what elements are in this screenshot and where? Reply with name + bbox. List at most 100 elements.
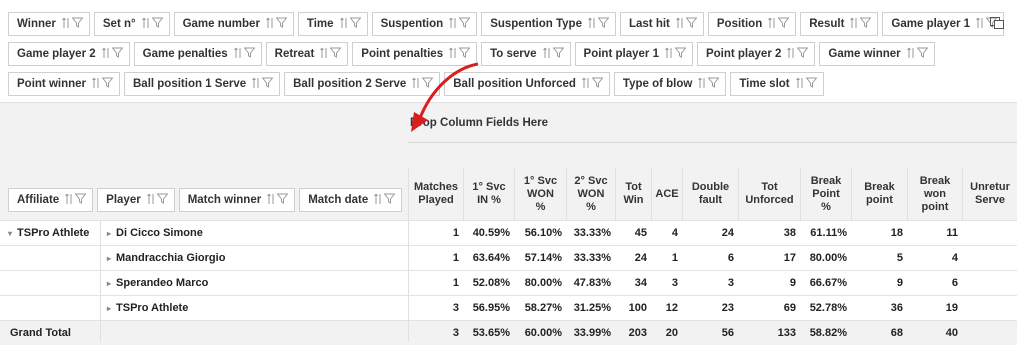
sort-icon[interactable] bbox=[795, 77, 804, 92]
filter-icon[interactable] bbox=[349, 17, 361, 31]
field-chip-result[interactable]: Result bbox=[800, 12, 879, 36]
field-chip-time-slot[interactable]: Time slot bbox=[730, 72, 824, 96]
field-chip-suspention[interactable]: Suspention bbox=[371, 12, 478, 36]
sort-icon[interactable] bbox=[141, 17, 150, 32]
expand-icon[interactable]: ▸ bbox=[107, 304, 111, 313]
expand-icon[interactable]: ▸ bbox=[107, 279, 111, 288]
column-header-8[interactable]: Break Point% bbox=[800, 168, 851, 220]
player-cell[interactable]: ▸ TSPro Athlete bbox=[103, 296, 192, 321]
column-header-2[interactable]: 1° Svc WON% bbox=[514, 168, 566, 220]
column-header-3[interactable]: 2° Svc WON% bbox=[566, 168, 615, 220]
sort-icon[interactable] bbox=[252, 77, 260, 92]
column-header-1[interactable]: 1° Svc IN % bbox=[463, 168, 514, 220]
field-chip-game-player-2[interactable]: Game player 2 bbox=[8, 42, 130, 66]
field-chip-game-penalties[interactable]: Game penalties bbox=[133, 42, 262, 66]
column-header-4[interactable]: Tot Win bbox=[615, 168, 651, 220]
field-chip-match-winner[interactable]: Match winner bbox=[178, 188, 296, 212]
field-chip-ball-position-1-serve[interactable]: Ball position 1 Serve bbox=[124, 72, 281, 96]
sort-icon[interactable] bbox=[906, 47, 915, 62]
filter-icon[interactable] bbox=[778, 17, 790, 31]
sort-icon[interactable] bbox=[374, 193, 382, 208]
filter-icon[interactable] bbox=[459, 47, 471, 61]
field-chip-time[interactable]: Time bbox=[297, 12, 368, 36]
sort-icon[interactable] bbox=[976, 17, 984, 32]
sort-icon[interactable] bbox=[266, 17, 274, 32]
affiliate-group-cell[interactable]: ▾ TSPro Athlete bbox=[4, 221, 93, 246]
filter-icon[interactable] bbox=[71, 17, 83, 31]
sort-icon[interactable] bbox=[665, 47, 673, 62]
sort-icon[interactable] bbox=[588, 17, 596, 32]
field-chip-point-player-1[interactable]: Point player 1 bbox=[574, 42, 693, 66]
field-chip-affiliate[interactable]: Affiliate bbox=[8, 188, 94, 212]
sort-icon[interactable] bbox=[698, 77, 706, 92]
sort-icon[interactable] bbox=[449, 17, 457, 32]
filter-icon[interactable] bbox=[597, 17, 609, 31]
sort-icon[interactable] bbox=[412, 77, 420, 92]
field-chip-game-player-1[interactable]: Game player 1 bbox=[882, 12, 1005, 36]
field-chip-point-player-2[interactable]: Point player 2 bbox=[696, 42, 816, 66]
filter-icon[interactable] bbox=[102, 77, 113, 91]
filter-icon[interactable] bbox=[243, 47, 255, 61]
filter-icon[interactable] bbox=[674, 47, 686, 61]
filter-icon[interactable] bbox=[422, 77, 434, 91]
column-drop-zone[interactable]: Drop Column Fields Here bbox=[410, 117, 548, 129]
sort-icon[interactable] bbox=[267, 193, 275, 208]
field-chooser-button[interactable] bbox=[987, 13, 1007, 33]
field-chip-point-winner[interactable]: Point winner bbox=[8, 72, 120, 96]
field-chip-to-serve[interactable]: To serve bbox=[481, 42, 571, 66]
column-header-10[interactable]: Break won point bbox=[907, 168, 962, 220]
filter-icon[interactable] bbox=[384, 193, 396, 207]
filter-icon[interactable] bbox=[156, 193, 168, 207]
expand-icon[interactable]: ▸ bbox=[107, 254, 111, 263]
column-header-0[interactable]: Matches Played bbox=[408, 168, 463, 220]
expand-icon[interactable]: ▸ bbox=[107, 229, 111, 238]
filter-icon[interactable] bbox=[916, 47, 928, 61]
field-chip-last-hit[interactable]: Last hit bbox=[619, 12, 704, 36]
sort-icon[interactable] bbox=[146, 193, 155, 208]
field-chip-winner[interactable]: Winner bbox=[8, 12, 90, 36]
sort-icon[interactable] bbox=[768, 17, 776, 32]
filter-icon[interactable] bbox=[685, 17, 697, 31]
column-header-9[interactable]: Break point bbox=[851, 168, 907, 220]
sort-icon[interactable] bbox=[542, 47, 551, 62]
field-chip-retreat[interactable]: Retreat bbox=[265, 42, 349, 66]
sort-icon[interactable] bbox=[61, 17, 70, 32]
filter-icon[interactable] bbox=[262, 77, 274, 91]
field-chip-position[interactable]: Position bbox=[707, 12, 797, 36]
field-chip-player[interactable]: Player bbox=[97, 188, 175, 212]
sort-icon[interactable] bbox=[339, 17, 348, 32]
filter-icon[interactable] bbox=[275, 17, 287, 31]
sort-icon[interactable] bbox=[449, 47, 457, 62]
filter-icon[interactable] bbox=[111, 47, 123, 61]
filter-icon[interactable] bbox=[797, 47, 809, 61]
filter-icon[interactable] bbox=[860, 17, 872, 31]
column-header-6[interactable]: Double fault bbox=[682, 168, 738, 220]
collapse-icon[interactable]: ▾ bbox=[8, 229, 12, 238]
field-chip-type-of-blow[interactable]: Type of blow bbox=[613, 72, 727, 96]
filter-icon[interactable] bbox=[708, 77, 720, 91]
filter-icon[interactable] bbox=[552, 47, 564, 61]
field-chip-point-penalties[interactable]: Point penalties bbox=[352, 42, 478, 66]
filter-icon[interactable] bbox=[805, 77, 817, 91]
field-chip-ball-position-2-serve[interactable]: Ball position 2 Serve bbox=[284, 72, 441, 96]
sort-icon[interactable] bbox=[582, 77, 590, 92]
field-chip-match-date[interactable]: Match date bbox=[299, 188, 403, 212]
sort-icon[interactable] bbox=[101, 47, 110, 62]
player-cell[interactable]: ▸ Mandracchia Giorgio bbox=[103, 246, 229, 271]
field-chip-suspention-type[interactable]: Suspention Type bbox=[481, 12, 616, 36]
field-chip-ball-position-unforced[interactable]: Ball position Unforced bbox=[444, 72, 610, 96]
sort-icon[interactable] bbox=[850, 17, 858, 32]
field-chip-set-n[interactable]: Set n° bbox=[93, 12, 170, 36]
player-cell[interactable]: ▸ Di Cicco Simone bbox=[103, 221, 207, 246]
column-header-5[interactable]: ACE bbox=[651, 168, 682, 220]
filter-icon[interactable] bbox=[459, 17, 471, 31]
filter-icon[interactable] bbox=[75, 193, 87, 207]
filter-icon[interactable] bbox=[591, 77, 603, 91]
filter-icon[interactable] bbox=[330, 47, 342, 61]
filter-icon[interactable] bbox=[277, 193, 289, 207]
sort-icon[interactable] bbox=[92, 77, 100, 92]
sort-icon[interactable] bbox=[233, 47, 242, 62]
sort-icon[interactable] bbox=[787, 47, 795, 62]
sort-icon[interactable] bbox=[65, 193, 73, 208]
field-chip-game-winner[interactable]: Game winner bbox=[819, 42, 935, 66]
